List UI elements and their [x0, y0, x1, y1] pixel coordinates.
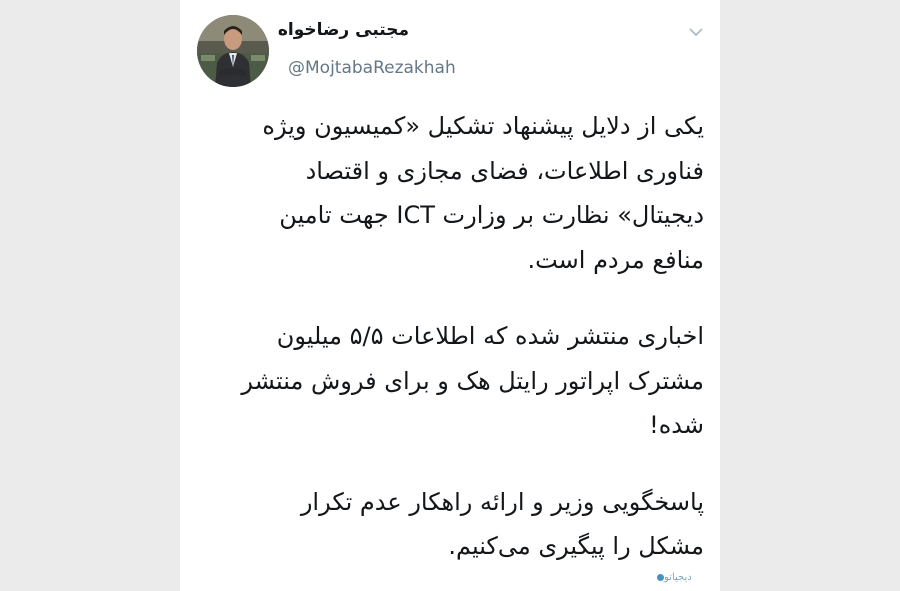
tweet-line: مشکل را پیگیری می‌کنیم. — [448, 532, 704, 560]
tweet-line: فناوری اطلاعات، فضای مجازی و اقتصاد — [305, 156, 704, 185]
author-handle[interactable]: @MojtabaRezakhah — [288, 58, 456, 78]
tweet-line: اخباری منتشر شده که اطلاعات ۵/۵ میلیون — [276, 322, 704, 350]
tweet-line: پاسخگویی وزیر و ارائه راهکار عدم تکرار — [300, 487, 704, 516]
tweet-line: دیجیتال» نظارت بر وزارت ICT جهت تامین — [279, 201, 704, 229]
author-display-name[interactable]: مجتبی رضاخواه — [278, 20, 409, 40]
avatar[interactable] — [197, 15, 269, 87]
tweet-card: مجتبی رضاخواه @MojtabaRezakhah یکی از دل… — [180, 0, 720, 591]
watermark-logo-icon — [657, 573, 664, 581]
tweet-line: مشترک اپراتور رایتل هک و برای فروش منتشر — [241, 366, 704, 395]
watermark: دیجیاتو — [654, 572, 692, 583]
tweet-line: منافع مردم است. — [527, 245, 704, 274]
watermark-text: دیجیاتو — [664, 572, 692, 583]
tweet-line: یکی از دلایل پیشنهاد تشکیل «کمیسیون ویژه — [262, 112, 704, 140]
tweet-line: شده! — [649, 411, 704, 439]
tweet-text: یکی از دلایل پیشنهاد تشکیل «کمیسیون ویژه… — [194, 104, 704, 569]
chevron-down-icon[interactable] — [686, 22, 706, 42]
